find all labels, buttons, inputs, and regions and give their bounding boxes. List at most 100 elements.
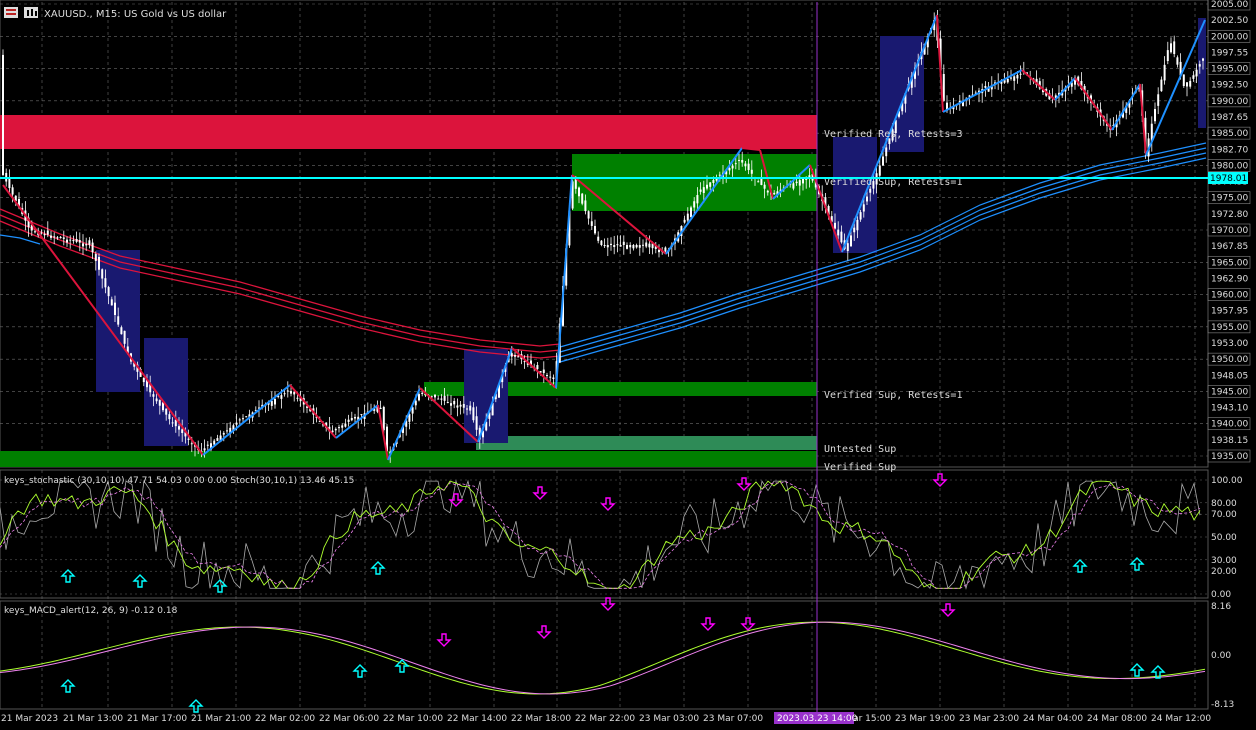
- arrow-up-icon: [1072, 559, 1088, 573]
- zigzag-segment: [1111, 83, 1141, 131]
- zigzag-segment: [1021, 69, 1056, 101]
- time-axis-label: 22 Mar 10:00: [383, 714, 443, 724]
- candle-body: [1019, 73, 1022, 75]
- stochastic-axis-label: 50.00: [1211, 533, 1237, 543]
- macd-axis-label: 8.16: [1211, 602, 1231, 612]
- stochastic-axis-label: 80.00: [1211, 499, 1237, 509]
- price-axis-label: 1953.00: [1211, 339, 1248, 349]
- support-zone: [0, 451, 817, 467]
- candle-body: [606, 245, 609, 248]
- candle-body: [706, 184, 708, 189]
- candle-body: [434, 394, 436, 398]
- candle-body: [613, 245, 616, 248]
- window-title-bar: XAUUSD., M15: US Gold vs US dollar: [4, 7, 227, 20]
- time-axis-label: 21 Mar 2023: [1, 714, 58, 724]
- candle-body: [690, 207, 692, 218]
- candle-body: [226, 430, 228, 432]
- candle-body: [862, 204, 865, 212]
- macd-panel[interactable]: [0, 600, 1209, 710]
- candle-body: [626, 245, 628, 249]
- candle-body: [1198, 64, 1201, 67]
- candle-body: [245, 416, 248, 418]
- candle-body: [869, 188, 872, 193]
- price-axis-label: 1987.65: [1211, 113, 1248, 123]
- candle-body: [1195, 69, 1198, 77]
- arrow-down-icon: [536, 625, 552, 639]
- candle-body: [792, 183, 795, 189]
- time-axis-label: 23 Mar 23:00: [959, 714, 1019, 724]
- candle-body: [216, 438, 219, 441]
- candle-body: [283, 393, 286, 395]
- candle-body: [120, 327, 123, 335]
- candle-body: [466, 408, 468, 410]
- candle-body: [459, 404, 462, 407]
- chart-window-icon[interactable]: [4, 7, 18, 18]
- time-axis-label: 22 Mar 22:00: [575, 714, 635, 724]
- candle-body: [456, 405, 459, 408]
- price-axis-label: 1965.00: [1211, 258, 1248, 268]
- candle-body: [82, 243, 84, 247]
- candle-body: [72, 239, 75, 242]
- price-axis-label: 1975.00: [1211, 194, 1248, 204]
- candle-body: [866, 196, 868, 202]
- candle-body: [350, 417, 353, 421]
- candle-body: [840, 231, 843, 243]
- candle-body: [837, 229, 840, 236]
- zigzag-segment: [1145, 19, 1206, 156]
- candle-body: [168, 414, 171, 420]
- time-axis-label: 21 Mar 17:00: [127, 714, 187, 724]
- candle-body: [171, 422, 174, 424]
- candle-body: [1189, 80, 1192, 87]
- candle-body: [462, 403, 465, 408]
- candle-body: [437, 398, 440, 400]
- candle-body: [334, 428, 337, 431]
- time-axis-label: 22 Mar 18:00: [511, 714, 571, 724]
- candle-body: [766, 190, 769, 193]
- candle-body: [110, 299, 113, 306]
- ema-blue-line: [0, 234, 41, 245]
- candle-body: [1166, 50, 1169, 62]
- candle-body: [514, 355, 516, 357]
- candle-body: [853, 227, 856, 233]
- stochastic-panel[interactable]: [0, 469, 1209, 599]
- candle-body: [683, 219, 686, 223]
- time-axis-label: 24 Mar 08:00: [1087, 714, 1147, 724]
- candle-body: [648, 243, 651, 248]
- candle-body: [91, 242, 94, 253]
- candle-body: [712, 179, 715, 183]
- candle-body: [114, 302, 116, 315]
- macd-lines: [0, 621, 1206, 695]
- price-axis-label: 1967.85: [1211, 242, 1248, 252]
- zone-labels: Verified Res, Retests=3 Verified Sup, Ret…: [824, 129, 962, 473]
- candle-body: [1010, 77, 1012, 79]
- candle-body: [795, 181, 798, 184]
- candle-body: [574, 178, 577, 189]
- candle-body: [69, 239, 72, 241]
- candle-body: [622, 241, 625, 245]
- candle-body: [578, 187, 580, 197]
- candle-body: [856, 219, 859, 231]
- candle-body: [798, 180, 801, 186]
- candle-body: [155, 398, 158, 402]
- stochastic-lines: [0, 479, 1201, 590]
- time-axis-label: 22 Mar 06:00: [319, 714, 379, 724]
- price-axis-label: 1990.00: [1211, 97, 1248, 107]
- candle-body: [107, 287, 110, 297]
- candle-body: [594, 225, 596, 234]
- zigzag-segment: [942, 69, 1023, 113]
- trading-chart[interactable]: Verified Res, Retests=3 Verified Sup, Ret…: [0, 0, 1256, 726]
- zigzag-segment: [202, 384, 291, 456]
- candle-body: [46, 230, 49, 235]
- arrow-down-icon: [436, 633, 452, 647]
- candle-body: [741, 159, 744, 163]
- price-axis-label: 1957.95: [1211, 307, 1248, 317]
- candle-body: [942, 73, 945, 101]
- candle-body: [834, 222, 836, 229]
- stochastic-axis-label: 100.00: [1211, 476, 1243, 486]
- price-axis-label: 1982.70: [1211, 145, 1248, 155]
- candle-body: [1013, 76, 1016, 81]
- candle-body: [757, 181, 760, 183]
- candle-body: [450, 403, 452, 406]
- arrow-up-icon: [1129, 663, 1145, 677]
- arrow-down-icon: [532, 486, 548, 500]
